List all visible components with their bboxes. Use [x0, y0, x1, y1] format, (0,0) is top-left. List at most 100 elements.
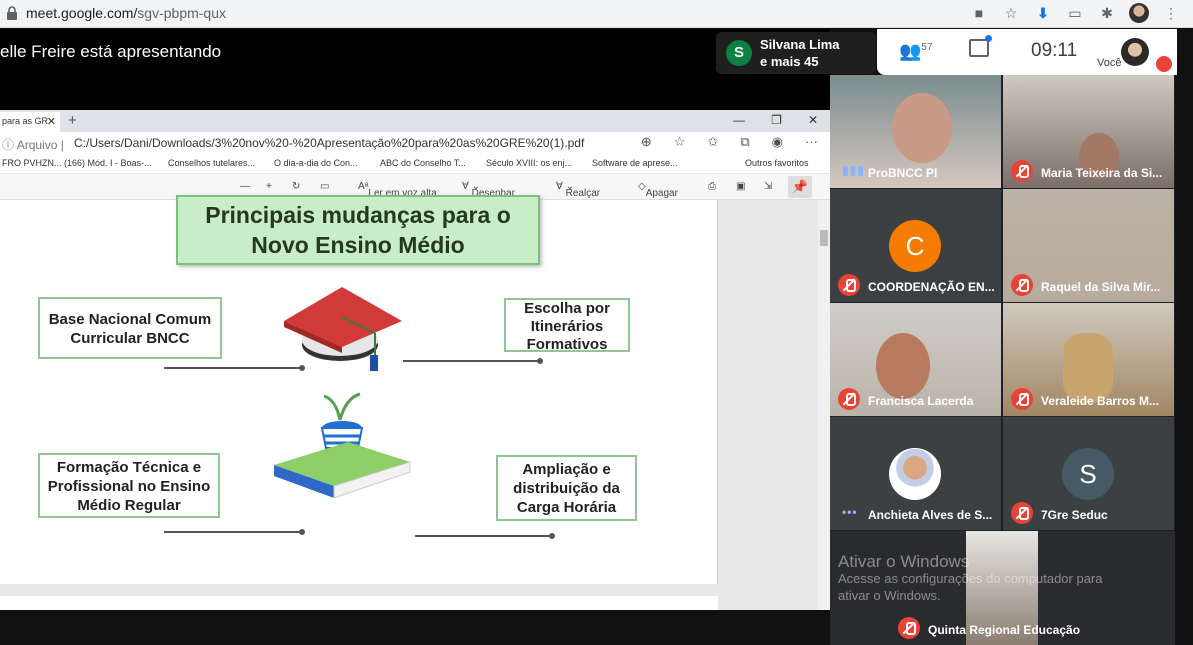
pdf-page: Principais mudanças para o Novo Ensino M…	[0, 195, 718, 584]
speaker-name: Silvana Lima	[760, 37, 840, 52]
people-icon: 👥	[899, 41, 922, 61]
participant-tile[interactable]: Maria Teixeira da Si...	[1003, 75, 1174, 188]
more-menu-icon[interactable]: ⋮	[1161, 3, 1181, 23]
speaker-names: Silvana Lima e mais 45	[760, 36, 839, 70]
participant-tile[interactable]: ▮▮▮ ProBNCC PI	[830, 75, 1001, 188]
favorite-item[interactable]: Conselhos tutelares...	[168, 158, 255, 168]
box-carga-horaria: Ampliação e distribuição da Carga Horári…	[496, 455, 637, 521]
pin-toolbar-icon[interactable]: 📌	[788, 176, 812, 198]
pdf-scrollbar[interactable]	[818, 200, 830, 610]
favorite-item[interactable]: Software de aprese...	[592, 158, 678, 168]
highlight-label: Realçar	[565, 188, 601, 199]
restore-icon[interactable]: ❐	[771, 113, 782, 127]
favorite-item[interactable]: (166) Mód. I - Boas-...	[64, 158, 152, 168]
rotate-icon[interactable]: ↻	[292, 181, 300, 192]
cast-icon[interactable]: ▭	[1065, 3, 1085, 23]
self-mic-off-icon	[1156, 56, 1172, 72]
connector-line	[164, 529, 305, 535]
participant-tile[interactable]: ••• Anchieta Alves de S...	[830, 417, 1001, 530]
address-path[interactable]: C:/Users/Dani/Downloads/3%20nov%20-%20Ap…	[74, 136, 584, 150]
mic-off-icon	[898, 617, 920, 639]
participant-tile[interactable]: Francisca Lacerda	[830, 303, 1001, 416]
shared-screen: para as GR ✕ + — ❐ ✕ ⓘ Arquivo | C:/Users…	[0, 75, 830, 616]
mic-off-icon	[1011, 502, 1033, 524]
watermark-line2: Acesse as configurações do computador pa…	[838, 571, 1103, 586]
highlight-button[interactable]: ∀ Realçar ⌄	[556, 181, 600, 199]
slide-title-line2: Novo Ensino Médio	[251, 232, 465, 258]
speaking-indicator-icon: ▮▮▮	[842, 163, 865, 177]
edge-browser-window: para as GR ✕ + — ❐ ✕ ⓘ Arquivo | C:/Users…	[0, 110, 830, 616]
windows-activation-watermark: Ativar o Windows Acesse as configurações…	[838, 553, 1103, 604]
erase-button[interactable]: ◇ Apagar	[638, 181, 678, 199]
read-aloud-button[interactable]: Aᵃ Ler em voz alta	[358, 181, 437, 199]
close-window-icon[interactable]: ✕	[808, 113, 818, 127]
slide-title: Principais mudanças para o Novo Ensino M…	[176, 195, 540, 265]
favorites-bar: FRO PVHZN... (166) Mód. I - Boas-... Con…	[0, 154, 830, 174]
people-button[interactable]: 👥57	[899, 41, 933, 62]
profile-avatar-icon[interactable]	[1129, 3, 1149, 23]
new-tab-icon[interactable]: +	[68, 112, 77, 129]
pdf-viewer[interactable]: Principais mudanças para o Novo Ensino M…	[0, 195, 830, 616]
favorite-item[interactable]: O dia-a-dia do Con...	[274, 158, 358, 168]
favorites-list-icon[interactable]: ✩	[707, 134, 718, 150]
participant-name: Raquel da Silva Mir...	[1041, 280, 1161, 294]
self-label: Você	[1097, 57, 1122, 69]
fit-page-icon[interactable]: ▭	[320, 181, 329, 192]
speaker-chip[interactable]: S Silvana Lima e mais 45	[716, 32, 876, 74]
star-icon[interactable]: ☆	[1001, 3, 1021, 23]
collections-icon[interactable]: ⧉	[740, 134, 749, 150]
presenting-banner: elle Freire está apresentando	[0, 29, 830, 75]
lock-icon	[7, 6, 17, 20]
mic-off-icon	[1011, 388, 1033, 410]
browser-toolbar-icons: ■ ☆ ⬇ ▭ ✱ ⋮	[969, 3, 1181, 23]
print-icon[interactable]: ⎙	[708, 181, 716, 192]
participant-name: Maria Teixeira da Si...	[1041, 166, 1163, 180]
close-tab-icon[interactable]: ✕	[47, 115, 56, 128]
url-path: sgv-pbpm-qux	[137, 5, 226, 21]
info-icon: ⓘ Arquivo |	[2, 138, 64, 152]
save-as-icon[interactable]: ⇲	[764, 181, 772, 192]
chat-icon[interactable]	[969, 35, 992, 57]
box-formacao-tecnica: Formação Técnica e Profissional no Ensin…	[38, 453, 220, 518]
participant-tile[interactable]: C COORDENAÇÃO EN...	[830, 189, 1001, 302]
extensions-icon[interactable]: ✱	[1097, 3, 1117, 23]
minimize-icon[interactable]: —	[733, 113, 745, 127]
participant-video	[1063, 333, 1113, 403]
mic-off-icon	[838, 388, 860, 410]
zoom-out-icon[interactable]: —	[240, 181, 250, 192]
participant-tile[interactable]: S 7Gre Seduc	[1003, 417, 1174, 530]
participant-grid: ▮▮▮ ProBNCC PI Maria Teixeira da Si... C…	[830, 75, 1175, 645]
edge-toolbar-icons: ⊕ ☆ ✩ ⧉ ◉ ···	[641, 134, 818, 150]
scroll-thumb[interactable]	[820, 230, 828, 246]
url-text[interactable]: meet.google.com/sgv-pbpm-qux	[26, 5, 226, 21]
download-icon[interactable]: ⬇	[1033, 3, 1053, 23]
favorite-star-icon[interactable]: ☆	[674, 134, 686, 150]
participant-tile[interactable]: Raquel da Silva Mir...	[1003, 189, 1174, 302]
zoom-in-icon[interactable]: +	[266, 181, 272, 192]
edge-more-icon[interactable]: ···	[805, 134, 818, 150]
save-icon[interactable]: ▣	[736, 181, 745, 192]
favorite-item[interactable]: FRO PVHZN...	[2, 158, 62, 168]
mic-off-icon	[838, 274, 860, 296]
browser-address-bar[interactable]: meet.google.com/sgv-pbpm-qux ■ ☆ ⬇ ▭ ✱ ⋮	[0, 0, 1193, 28]
participant-name: 7Gre Seduc	[1041, 508, 1108, 522]
self-avatar[interactable]	[1121, 38, 1149, 66]
edge-address-bar[interactable]: ⓘ Arquivo | C:/Users/Dani/Downloads/3%20…	[0, 132, 830, 154]
participant-name: Quinta Regional Educação	[928, 623, 1081, 637]
tab-pdf[interactable]: para as GR ✕	[0, 112, 60, 132]
participant-name: Francisca Lacerda	[868, 394, 974, 408]
participant-name: COORDENAÇÃO EN...	[868, 280, 995, 294]
zoom-icon[interactable]: ⊕	[641, 134, 652, 150]
edge-profile-icon[interactable]: ◉	[772, 134, 783, 150]
favorite-item[interactable]: ABC do Conselho T...	[380, 158, 466, 168]
participant-avatar: C	[889, 220, 941, 272]
favorite-item-other[interactable]: Outros favoritos	[745, 158, 809, 168]
participant-avatar: S	[1062, 448, 1114, 500]
participant-tile[interactable]: Ativar o Windows Acesse as configurações…	[830, 531, 1175, 645]
participant-tile[interactable]: Veraleide Barros M...	[1003, 303, 1174, 416]
watermark-line1: Ativar o Windows	[838, 552, 970, 571]
participant-video	[876, 333, 930, 399]
draw-button[interactable]: ∀ Desenhar ⌄	[462, 181, 515, 199]
camera-icon[interactable]: ■	[969, 3, 989, 23]
favorite-item[interactable]: Século XVIII: os enj...	[486, 158, 572, 168]
